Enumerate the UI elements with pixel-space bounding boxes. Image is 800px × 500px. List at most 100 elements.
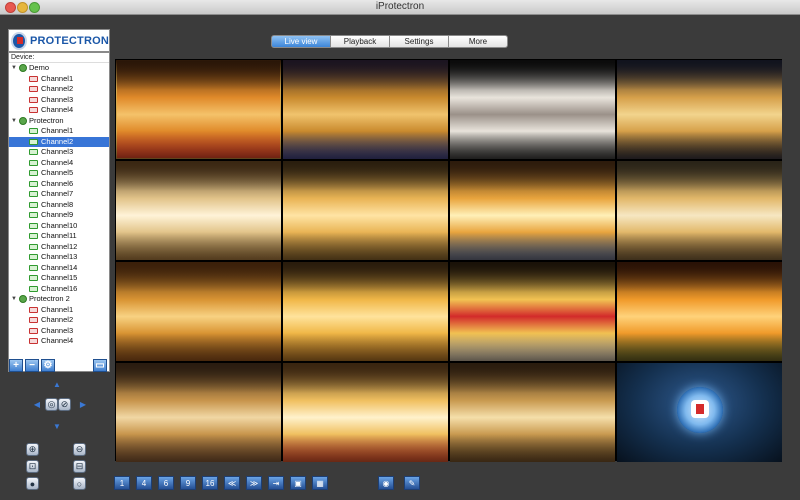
camera-icon: [29, 170, 38, 177]
ptz-down-button[interactable]: ▼: [52, 421, 62, 431]
video-tile[interactable]: [450, 60, 615, 159]
video-tile[interactable]: [617, 262, 782, 361]
sequence-button[interactable]: ⇥: [268, 476, 284, 490]
protectron-logo-icon: [11, 31, 27, 50]
channel-item[interactable]: Channel2: [9, 136, 109, 147]
channel-item[interactable]: Channel1: [9, 305, 109, 316]
channel-item[interactable]: Channel2: [9, 84, 109, 95]
camera-icon: [29, 159, 38, 166]
ptz-left-button[interactable]: ◀: [32, 399, 42, 409]
layout-9-button[interactable]: 9: [180, 476, 196, 490]
layout-1-button[interactable]: 1: [114, 476, 130, 490]
video-tile[interactable]: [283, 363, 448, 462]
iris-close-button[interactable]: ○: [73, 477, 86, 490]
multi-view-button[interactable]: ▦: [312, 476, 328, 490]
channel-item[interactable]: Channel3: [9, 147, 109, 158]
fullscreen-button[interactable]: ▭: [93, 359, 107, 372]
channel-item[interactable]: Channel11: [9, 231, 109, 242]
record-button[interactable]: ✎: [404, 476, 420, 490]
disclosure-triangle-icon[interactable]: ▼: [11, 116, 17, 127]
tree-item-label: Channel15: [41, 273, 78, 282]
tab-live-view[interactable]: Live view: [271, 35, 331, 48]
camera-icon: [29, 212, 38, 219]
channel-item[interactable]: Channel8: [9, 200, 109, 211]
channel-item[interactable]: Channel9: [9, 210, 109, 221]
snapshot-button[interactable]: ◉: [378, 476, 394, 490]
channel-item[interactable]: Channel7: [9, 189, 109, 200]
single-view-button[interactable]: ▣: [290, 476, 306, 490]
ptz-up-button[interactable]: ▲: [52, 379, 62, 389]
disclosure-triangle-icon[interactable]: ▼: [11, 63, 17, 74]
video-tile[interactable]: [116, 161, 281, 260]
device-group-icon: [19, 64, 27, 73]
channel-item[interactable]: Channel3: [9, 326, 109, 337]
camera-icon: [29, 243, 38, 250]
prev-page-button[interactable]: ≪: [224, 476, 240, 490]
focus-near-button[interactable]: ⊡: [26, 460, 39, 473]
video-tile[interactable]: [283, 60, 448, 159]
channel-item[interactable]: Channel12: [9, 242, 109, 253]
remove-button[interactable]: −: [25, 359, 39, 372]
device-group[interactable]: ▼ Protectron: [9, 116, 109, 127]
camera-icon: [29, 138, 38, 145]
channel-item[interactable]: Channel4: [9, 158, 109, 169]
iris-open-button[interactable]: ●: [26, 477, 39, 490]
tab-playback[interactable]: Playback: [331, 35, 390, 48]
focus-far-button[interactable]: ⊟: [73, 460, 86, 473]
ptz-auto-button[interactable]: ⊘: [58, 398, 71, 411]
channel-item[interactable]: Channel15: [9, 273, 109, 284]
video-tile[interactable]: [116, 262, 281, 361]
single-view-icon: ▣: [294, 478, 302, 488]
tab-settings[interactable]: Settings: [390, 35, 449, 48]
channel-item[interactable]: Channel13: [9, 252, 109, 263]
channel-item[interactable]: Channel1: [9, 126, 109, 137]
camera-icon: [29, 254, 38, 261]
ptz-center-button[interactable]: ◎: [45, 398, 58, 411]
tree-item-label: Channel2: [41, 315, 74, 324]
video-frame-top: [450, 60, 615, 90]
camera-icon: [29, 233, 38, 240]
channel-item[interactable]: Channel5: [9, 168, 109, 179]
camera-icon: [29, 285, 38, 292]
video-tile[interactable]: [116, 363, 281, 462]
channel-item[interactable]: Channel14: [9, 263, 109, 274]
channel-item[interactable]: Channel6: [9, 179, 109, 190]
channel-item[interactable]: Channel1: [9, 74, 109, 85]
video-frame-top: [283, 161, 448, 191]
tree-item-label: Channel14: [41, 262, 78, 272]
next-page-button[interactable]: ≫: [246, 476, 262, 490]
record-icon: ✎: [408, 478, 416, 488]
channel-item[interactable]: Channel4: [9, 105, 109, 116]
empty-video-tile[interactable]: [617, 363, 782, 462]
video-frame-top: [283, 262, 448, 292]
camera-icon: [29, 180, 38, 187]
layout-16-button[interactable]: 16: [202, 476, 218, 490]
zoom-in-button[interactable]: ⊕: [26, 443, 39, 456]
device-group[interactable]: ▼ Protectron 2: [9, 294, 109, 305]
channel-item[interactable]: Channel10: [9, 221, 109, 232]
video-tile[interactable]: [617, 60, 782, 159]
video-tile[interactable]: [450, 363, 615, 462]
camera-settings-button[interactable]: ⚙: [41, 359, 55, 372]
channel-item[interactable]: Channel4: [9, 336, 109, 347]
device-group[interactable]: ▼ Demo: [9, 63, 109, 74]
layout-6-button[interactable]: 6: [158, 476, 174, 490]
channel-item[interactable]: Channel2: [9, 315, 109, 326]
add-button[interactable]: +: [9, 359, 23, 372]
disclosure-triangle-icon[interactable]: ▼: [11, 294, 17, 305]
channel-item[interactable]: Channel3: [9, 95, 109, 106]
minus-icon: −: [29, 359, 35, 371]
layout-4-button[interactable]: 4: [136, 476, 152, 490]
channel-item[interactable]: Channel16: [9, 284, 109, 295]
video-tile[interactable]: [617, 161, 782, 260]
video-tile[interactable]: [283, 161, 448, 260]
ptz-right-button[interactable]: ▶: [78, 399, 88, 409]
video-tile[interactable]: [450, 161, 615, 260]
tree-item-label: Channel3: [41, 147, 74, 156]
tab-more[interactable]: More: [449, 35, 508, 48]
video-tile[interactable]: [116, 60, 281, 159]
video-tile[interactable]: [450, 262, 615, 361]
video-tile[interactable]: [283, 262, 448, 361]
protectron-placeholder-icon: [676, 386, 723, 433]
zoom-out-button[interactable]: ⊖: [73, 443, 86, 456]
